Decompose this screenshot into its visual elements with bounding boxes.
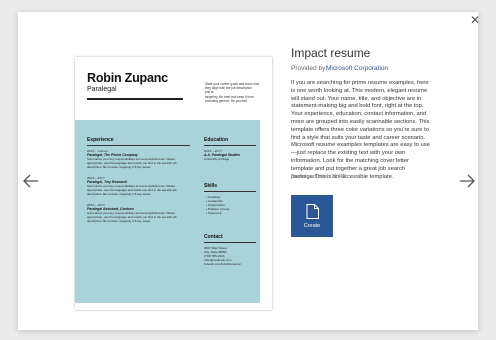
preview-name: Robin Zupanc — [87, 71, 168, 85]
template-description: If you are searching for prime resume ex… — [291, 80, 430, 180]
preview-intro: State your career goals and show how the… — [205, 82, 260, 103]
download-size-label: Download size: — [291, 174, 329, 180]
resume-preview: Robin Zupanc Paralegal State your career… — [75, 57, 272, 310]
template-title: Impact resume — [291, 46, 371, 60]
preview-education-heading: Education — [204, 137, 229, 143]
preview-rule — [87, 145, 190, 146]
create-label: Create — [303, 223, 321, 229]
preview-exp-line: description. Be concise, targeting 3-5 k… — [87, 219, 152, 223]
create-button[interactable]: Create — [291, 195, 333, 237]
preview-skills-heading: Skills — [204, 183, 218, 189]
document-icon — [306, 204, 319, 219]
preview-job-title: Paralegal — [87, 86, 117, 93]
preview-contact-line: linkedin.com/in/robinzupanc — [204, 262, 242, 266]
preview-divider — [87, 98, 183, 100]
preview-edu-school: University of Ridge — [204, 157, 230, 161]
preview-skill: • Teamwork — [206, 211, 222, 215]
arrow-right-icon[interactable] — [458, 172, 476, 190]
preview-contact-heading: Contact — [204, 234, 223, 240]
preview-rule — [204, 191, 256, 192]
preview-rule — [204, 242, 256, 243]
preview-experience-heading: Experience — [87, 137, 114, 143]
provider-link[interactable]: Microsoft Corporation — [326, 65, 388, 72]
preview-rule — [204, 145, 256, 146]
preview-color-band: Experience 20XX – Current Paralegal, The… — [75, 120, 260, 303]
download-size-value: 76 KB — [331, 174, 347, 180]
provided-by-label: Provided by: — [291, 65, 328, 72]
preview-exp-line: description. Be concise, targeting 3-5 k… — [87, 165, 152, 169]
close-icon[interactable]: ✕ — [468, 13, 482, 27]
preview-exp-line: description. Be concise, targeting 3-5 k… — [87, 192, 152, 196]
arrow-left-icon[interactable] — [22, 172, 40, 190]
